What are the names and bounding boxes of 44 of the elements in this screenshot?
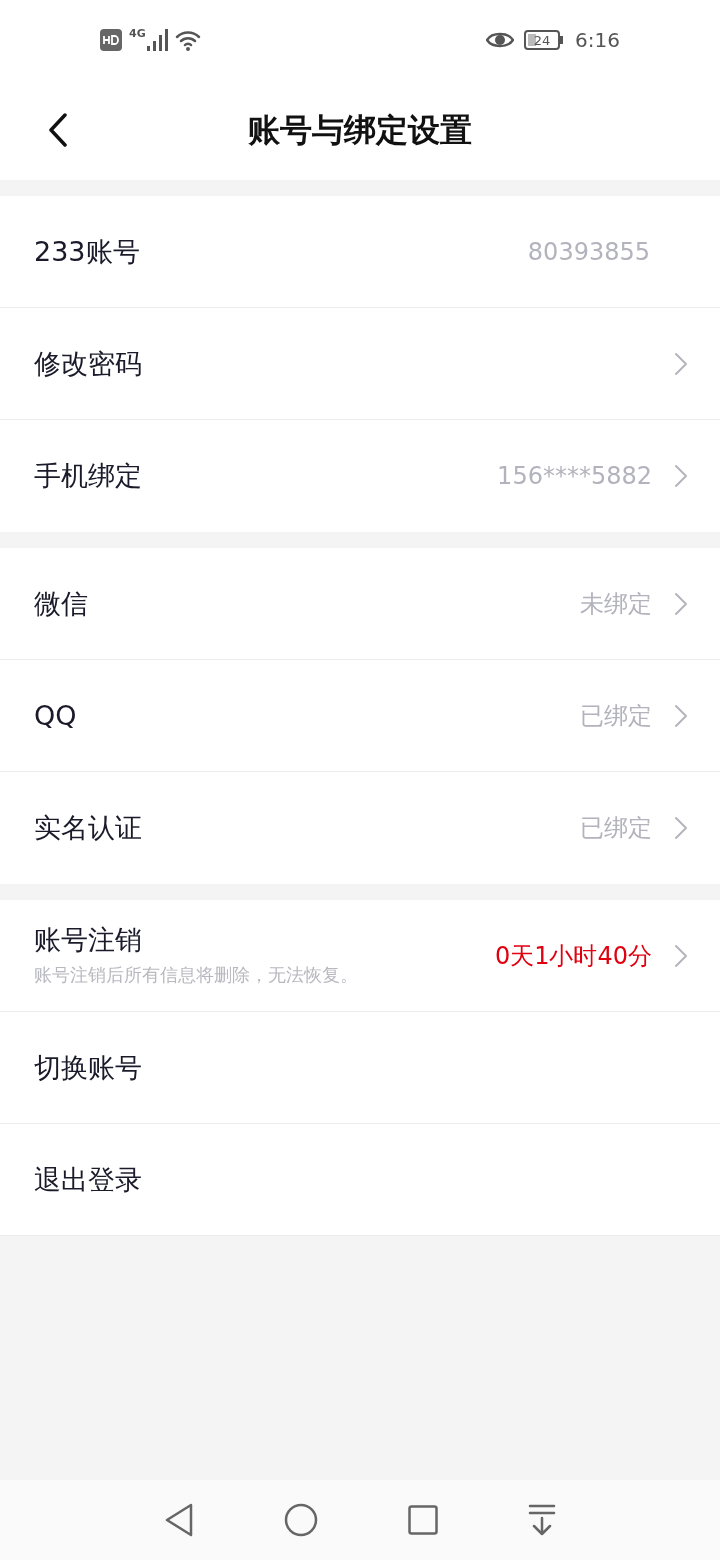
clock: 6:16 <box>575 27 620 54</box>
chevron-right-icon <box>674 943 688 968</box>
row-label: QQ <box>34 698 78 733</box>
row-label: 233账号 <box>34 234 141 269</box>
battery-level: 24 <box>533 33 551 47</box>
settings-row[interactable]: 退出登录 <box>0 1124 720 1236</box>
page-title: 账号与绑定设置 <box>248 110 472 151</box>
row-value: 80393855 <box>527 236 650 268</box>
row-label: 切换账号 <box>34 1050 143 1085</box>
hd-icon <box>100 29 122 51</box>
chevron-right-icon <box>674 591 688 616</box>
row-label: 实名认证 <box>34 811 143 845</box>
settings-row[interactable]: 微信 未绑定 <box>0 548 720 660</box>
chevron-right-icon <box>674 703 688 728</box>
notification-nav-icon[interactable] <box>528 1504 556 1536</box>
chevron-left-icon <box>48 113 68 147</box>
chevron-right-icon <box>674 351 688 376</box>
settings-row[interactable]: 手机绑定 156****5882 <box>0 420 720 532</box>
row-value: 0天1小时40分 <box>494 940 652 972</box>
settings-row[interactable]: 233账号 80393855 <box>0 196 720 308</box>
network-type: 4G <box>129 26 146 42</box>
chevron-right-icon <box>674 816 688 840</box>
eye-icon <box>486 31 515 49</box>
chevron-right-icon <box>674 464 688 488</box>
settings-row[interactable]: 账号注销 账号注销后所有信息将删除，无法恢复。 0天1小时40分 <box>0 900 720 1012</box>
row-subtitle: 账号注销后所有信息将删除，无法恢复。 <box>34 962 359 987</box>
row-value: 已绑定 <box>580 813 652 844</box>
home-nav-icon[interactable] <box>284 1503 318 1537</box>
settings-row[interactable]: 修改密码 <box>0 308 720 420</box>
recents-nav-icon[interactable] <box>408 1505 438 1535</box>
signal-icon <box>146 29 169 51</box>
wifi-icon <box>174 29 203 51</box>
row-label: 手机绑定 <box>34 459 143 493</box>
settings-row[interactable]: 切换账号 <box>0 1012 720 1124</box>
row-value: 未绑定 <box>580 588 652 620</box>
row-label: 退出登录 <box>34 1162 143 1197</box>
row-label: 修改密码 <box>34 346 143 381</box>
back-nav-icon[interactable] <box>164 1502 194 1538</box>
settings-row[interactable]: 实名认证 已绑定 <box>0 772 720 884</box>
settings-row[interactable]: QQ 已绑定 <box>0 660 720 772</box>
row-label: 微信 <box>34 586 89 621</box>
row-label: 账号注销 <box>34 923 143 957</box>
row-value: 已绑定 <box>580 700 652 732</box>
row-value: 156****5882 <box>497 461 652 492</box>
